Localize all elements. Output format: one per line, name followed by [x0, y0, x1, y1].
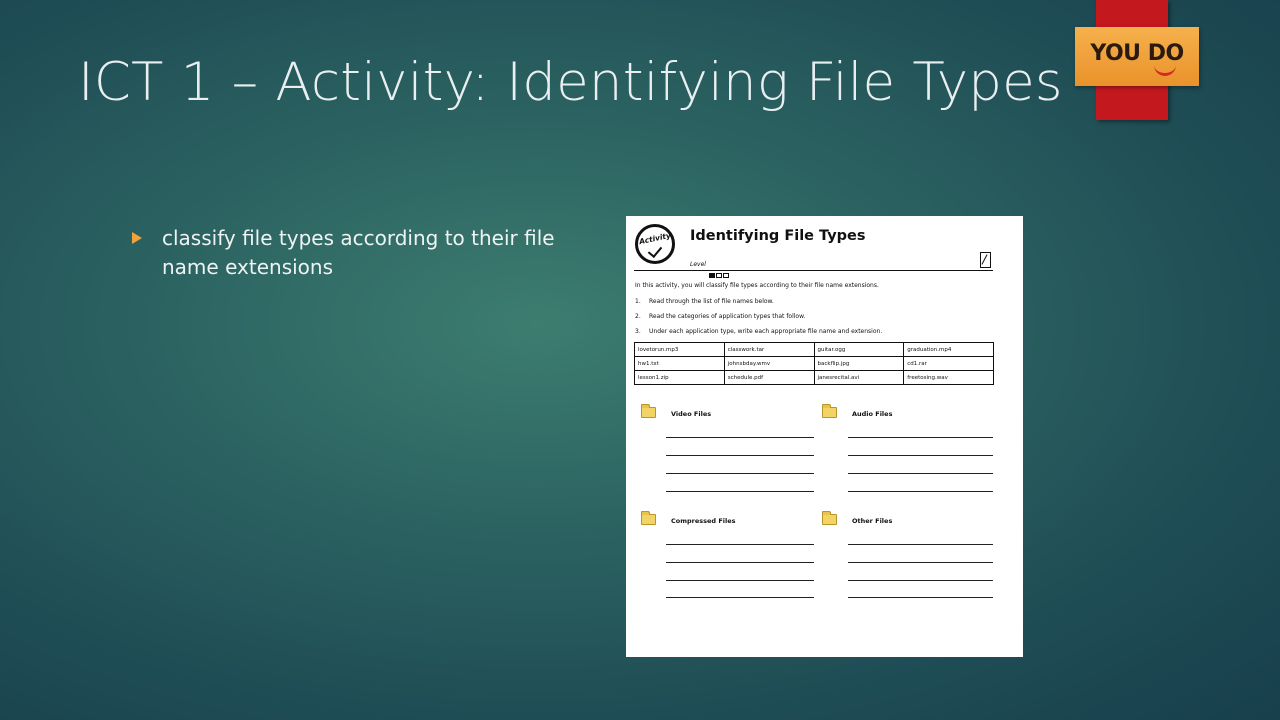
- pencil-icon: [980, 252, 991, 268]
- activity-check-icon: Activity: [635, 224, 675, 264]
- table-cell: backflip.jpg: [813, 356, 905, 371]
- bullet-text: classify file types according to their f…: [162, 226, 555, 279]
- worksheet-image: Activity Identifying File Types Level In…: [626, 216, 1023, 657]
- category-other: Other Files: [852, 517, 893, 525]
- answer-line: [848, 491, 993, 492]
- table-cell: cd1.rar: [903, 356, 994, 371]
- answer-line: [666, 562, 814, 563]
- category-compressed: Compressed Files: [671, 517, 736, 525]
- answer-line: [848, 562, 993, 563]
- answer-line: [848, 437, 993, 438]
- folder-icon: [641, 511, 656, 525]
- answer-line: [666, 491, 814, 492]
- answer-line: [666, 597, 814, 598]
- category-video: Video Files: [671, 410, 712, 418]
- worksheet-step: 2. Read the categories of application typ…: [635, 313, 806, 320]
- table-cell: schedule.pdf: [723, 370, 815, 385]
- table-cell: lovetorun.mp3: [634, 342, 725, 357]
- answer-line: [848, 544, 993, 545]
- checkmark-icon: [647, 242, 663, 259]
- answer-line: [666, 455, 814, 456]
- table-cell: johnsbday.wmv: [723, 356, 815, 371]
- bullet-list: classify file types according to their f…: [132, 224, 592, 282]
- table-row: hw1.txt johnsbday.wmv backflip.jpg cd1.r…: [634, 356, 994, 371]
- category-audio: Audio Files: [852, 410, 893, 418]
- badge-text: YOU DO: [1090, 41, 1184, 66]
- divider: [634, 270, 993, 271]
- answer-line: [666, 473, 814, 474]
- arrow-bullet-icon: [132, 232, 142, 244]
- worksheet-step: 3. Under each application type, write eac…: [635, 328, 883, 335]
- table-cell: freetosing.wav: [903, 370, 994, 385]
- table-cell: janesrecital.avi: [813, 370, 905, 385]
- table-cell: classwork.tar: [723, 342, 815, 357]
- answer-line: [666, 580, 814, 581]
- worksheet-intro: In this activity, you will classify file…: [635, 282, 879, 289]
- smile-icon: [1154, 64, 1176, 76]
- table-cell: lesson1.zip: [634, 370, 725, 385]
- table-row: lovetorun.mp3 classwork.tar guitar.ogg g…: [634, 342, 994, 357]
- folder-icon: [641, 404, 656, 418]
- answer-line: [848, 473, 993, 474]
- answer-line: [848, 580, 993, 581]
- file-names-table: lovetorun.mp3 classwork.tar guitar.ogg g…: [634, 342, 994, 385]
- you-do-badge: YOU DO: [1075, 27, 1199, 86]
- slide-title: ICT 1 – Activity: Identifying File Types: [78, 52, 1063, 113]
- level-label: Level: [690, 261, 706, 268]
- worksheet-step: 1. Read through the list of file names be…: [635, 298, 774, 305]
- table-row: lesson1.zip schedule.pdf janesrecital.av…: [634, 370, 994, 385]
- table-cell: hw1.txt: [634, 356, 725, 371]
- answer-line: [666, 544, 814, 545]
- table-cell: graduation.mp4: [903, 342, 994, 357]
- level-indicator: [709, 263, 730, 282]
- answer-line: [848, 455, 993, 456]
- worksheet-title: Identifying File Types: [690, 228, 866, 244]
- table-cell: guitar.ogg: [813, 342, 905, 357]
- answer-line: [848, 597, 993, 598]
- answer-line: [666, 437, 814, 438]
- folder-icon: [822, 404, 837, 418]
- folder-icon: [822, 511, 837, 525]
